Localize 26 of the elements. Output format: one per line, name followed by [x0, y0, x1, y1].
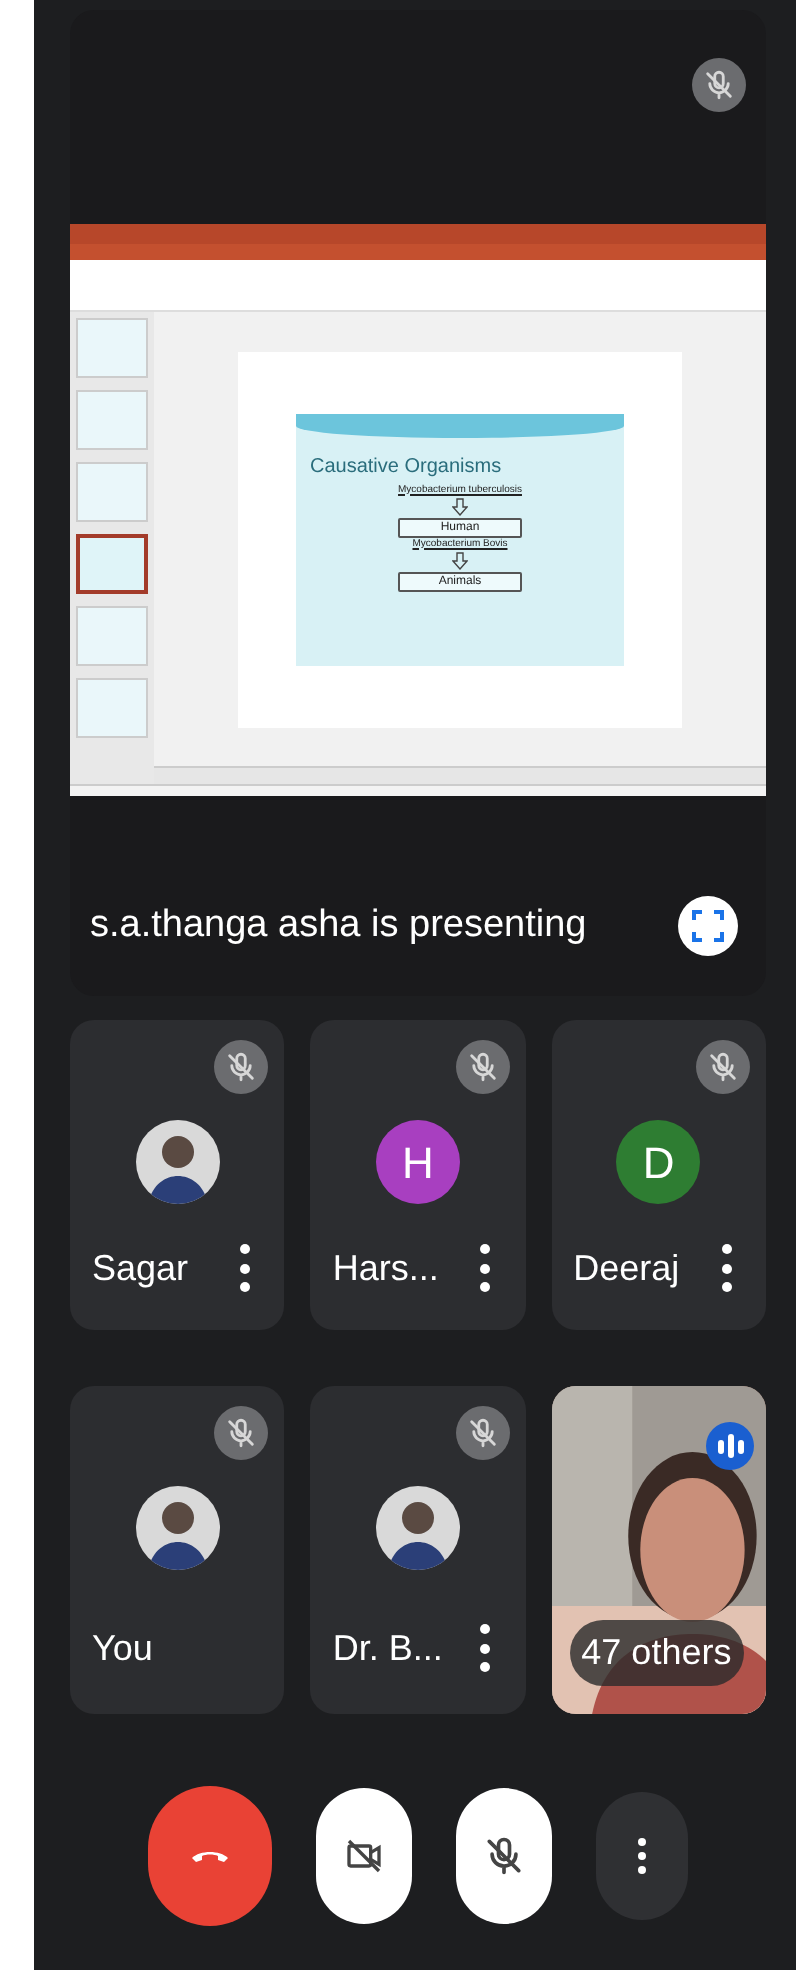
others-count[interactable]: 47 others	[569, 1620, 744, 1686]
avatar-silhouette	[135, 1120, 220, 1204]
down-arrow-icon	[452, 497, 468, 515]
slide-thumbnail[interactable]	[76, 534, 148, 594]
participant-name: You	[92, 1626, 153, 1672]
more-options-icon[interactable]	[720, 1244, 732, 1292]
fullscreen-button[interactable]	[678, 896, 738, 956]
more-options-icon[interactable]	[238, 1244, 251, 1292]
camera-button[interactable]	[316, 1788, 412, 1924]
presenter-caption: s.a.thanga asha is presenting	[90, 901, 587, 950]
slide-title: Causative Organisms	[310, 457, 502, 477]
participant-name: Sagar	[92, 1246, 189, 1292]
letter-avatar: H	[375, 1120, 460, 1204]
avatar-silhouette	[135, 1486, 220, 1570]
more-options-icon[interactable]	[479, 1624, 492, 1672]
camera-icon	[344, 1836, 384, 1876]
avatar-silhouette	[375, 1486, 460, 1570]
more-options-icon[interactable]	[479, 1244, 492, 1292]
fullscreen-icon	[692, 910, 724, 942]
participant-name: Dr. B...	[332, 1626, 443, 1672]
microphone-button[interactable]	[456, 1788, 552, 1924]
participant-name: Hars...	[332, 1246, 439, 1292]
participant-name: Deeraj	[573, 1246, 680, 1292]
phone-icon	[192, 1850, 228, 1862]
letter-avatar: D	[616, 1120, 701, 1204]
down-arrow-icon	[452, 551, 468, 569]
